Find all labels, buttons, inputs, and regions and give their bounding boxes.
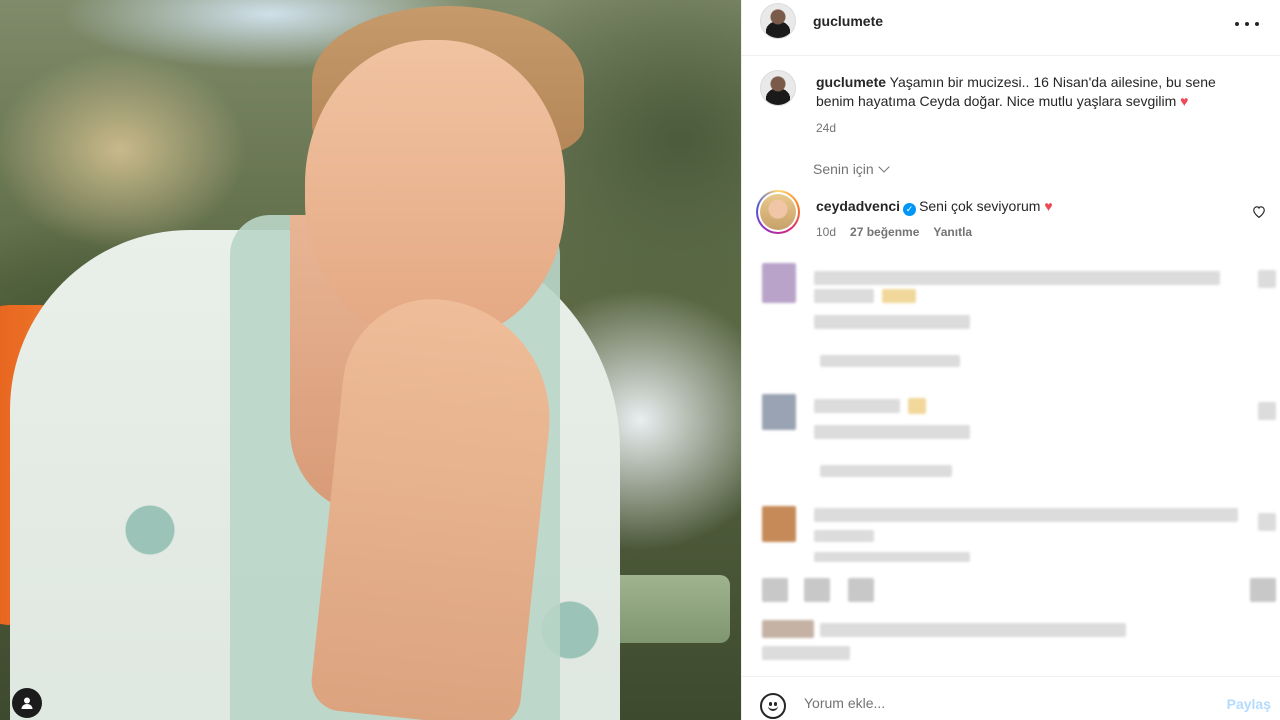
comment-input[interactable] bbox=[804, 695, 1184, 711]
user-tag-icon[interactable] bbox=[12, 688, 42, 718]
heart-outline-icon[interactable] bbox=[1252, 205, 1266, 221]
caption-author-avatar[interactable] bbox=[760, 70, 796, 106]
comment-meta: 10d 27 beğenme Yanıtla bbox=[816, 225, 972, 239]
caption-username[interactable]: guclumete bbox=[816, 74, 886, 90]
post-header: guclumete bbox=[742, 0, 1280, 56]
commenter-avatar[interactable] bbox=[756, 190, 800, 234]
comment-likes[interactable]: 27 beğenme bbox=[850, 225, 919, 239]
heart-emoji: ♥ bbox=[1044, 198, 1053, 214]
post-caption: guclumete Yaşamın bir mucizesi.. 16 Nisa… bbox=[816, 73, 1236, 111]
more-horizontal-icon[interactable] bbox=[1235, 14, 1259, 34]
header-username[interactable]: guclumete bbox=[813, 13, 883, 29]
blurred-comment-meta bbox=[814, 552, 970, 562]
blurred-save-action bbox=[1250, 578, 1276, 602]
comment-age[interactable]: 10d bbox=[816, 225, 836, 239]
comments-panel: guclumete guclumete Yaşamın bir mucizesi… bbox=[741, 0, 1280, 720]
blurred-like-icon bbox=[1258, 402, 1276, 420]
blurred-avatar bbox=[762, 394, 796, 430]
blurred-comment-meta bbox=[814, 425, 970, 439]
comment-reply-button[interactable]: Yanıtla bbox=[933, 225, 972, 239]
author-avatar[interactable] bbox=[760, 3, 796, 39]
heart-emoji: ♥ bbox=[1180, 93, 1189, 109]
blurred-liked-by-avatars bbox=[762, 620, 814, 638]
blurred-comment-meta bbox=[814, 315, 970, 329]
blurred-view-replies bbox=[820, 355, 960, 367]
blurred-comment-text bbox=[814, 530, 874, 542]
blurred-liked-by-text bbox=[820, 623, 1126, 637]
caption-age[interactable]: 24d bbox=[816, 121, 836, 135]
blurred-date bbox=[762, 646, 850, 660]
blurred-like-action bbox=[762, 578, 788, 602]
blurred-emoji bbox=[882, 289, 916, 303]
post-photo[interactable] bbox=[0, 0, 741, 720]
photo-face bbox=[305, 40, 565, 340]
comment-text: Seni çok seviyorum bbox=[919, 198, 1041, 214]
chevron-down-icon bbox=[878, 161, 890, 173]
comment-body: ceydadvenci ✓ Seni çok seviyorum ♥ bbox=[816, 197, 1053, 216]
emoji-icon[interactable] bbox=[760, 693, 786, 719]
verified-badge-icon: ✓ bbox=[903, 203, 917, 216]
blurred-comment-text bbox=[814, 508, 1238, 522]
blurred-view-replies bbox=[820, 465, 952, 477]
blurred-like-icon bbox=[1258, 270, 1276, 288]
blurred-comment-text bbox=[814, 289, 874, 303]
comment-composer: Paylaş bbox=[742, 676, 1280, 720]
blurred-comment-action bbox=[804, 578, 830, 602]
blurred-share-action bbox=[848, 578, 874, 602]
blurred-emoji bbox=[908, 398, 926, 414]
blurred-comment-text bbox=[814, 271, 1220, 285]
blurred-avatar bbox=[762, 263, 796, 303]
blurred-avatar bbox=[762, 506, 796, 542]
post-comment-button[interactable]: Paylaş bbox=[1227, 696, 1271, 712]
blurred-like-icon bbox=[1258, 513, 1276, 531]
blurred-comment-text bbox=[814, 399, 900, 413]
comment-username[interactable]: ceydadvenci bbox=[816, 198, 900, 214]
comments-filter-dropdown[interactable]: Senin için bbox=[813, 161, 890, 177]
comments-filter-label: Senin için bbox=[813, 161, 874, 177]
